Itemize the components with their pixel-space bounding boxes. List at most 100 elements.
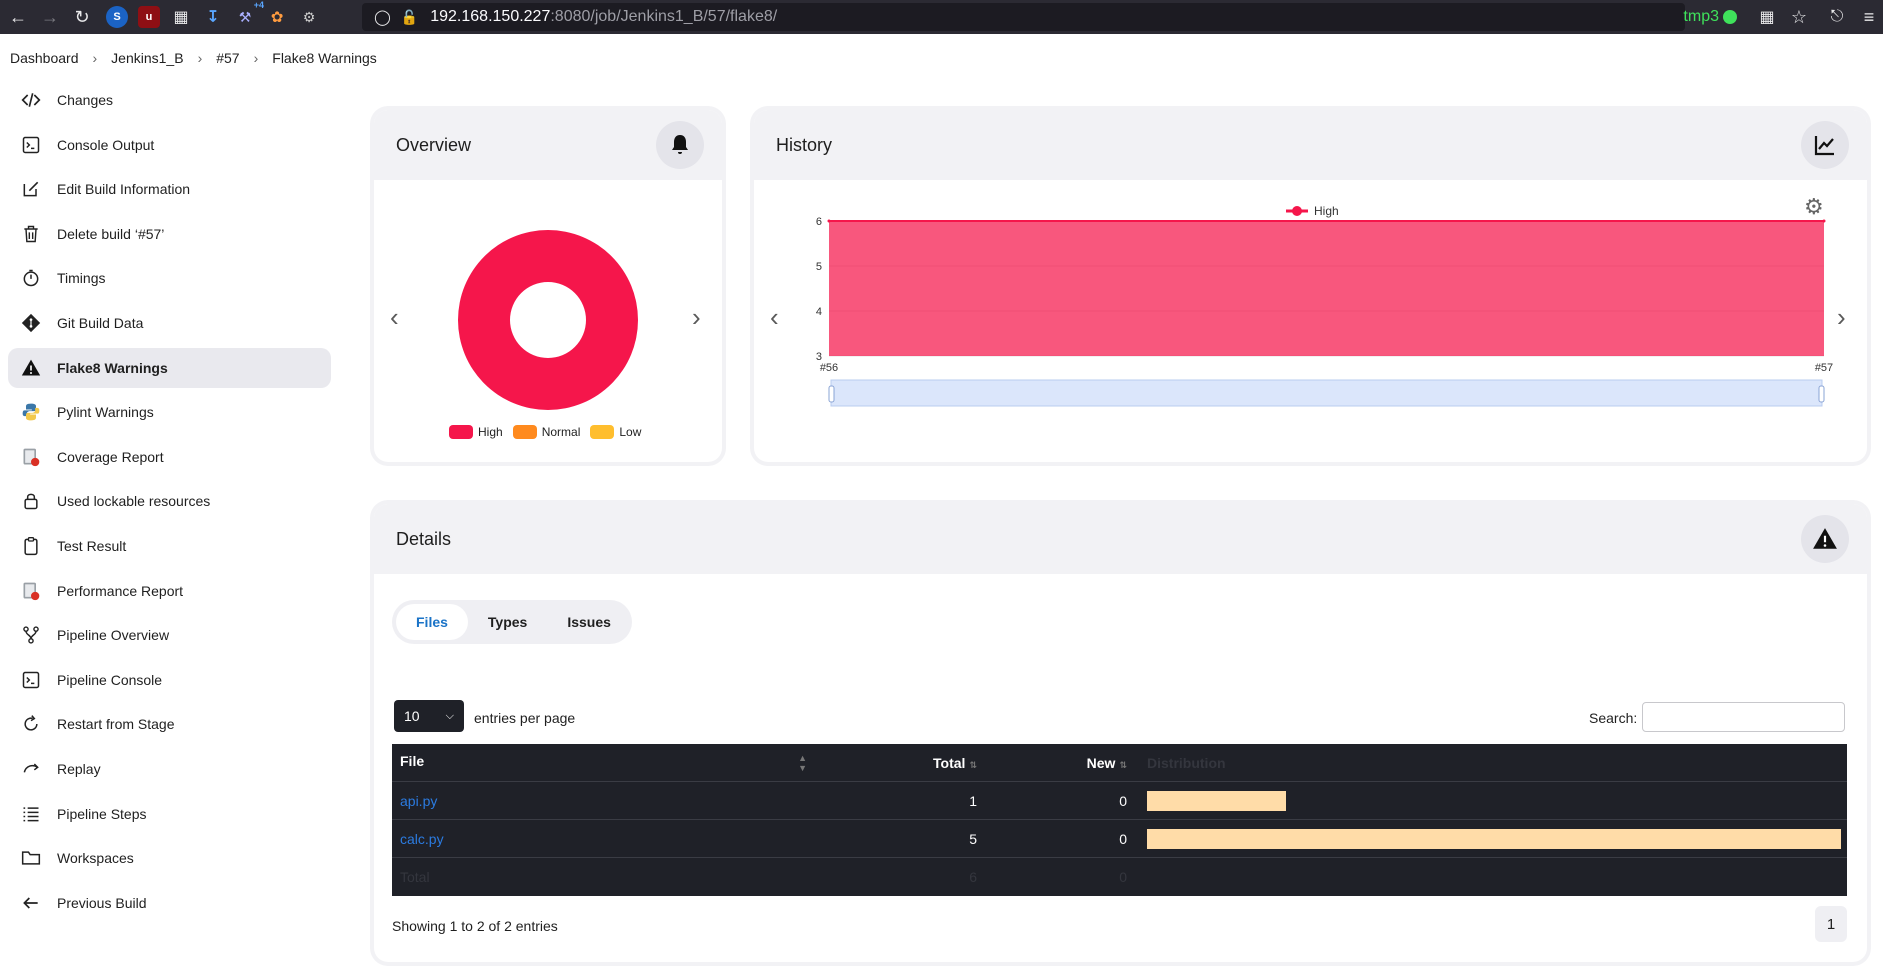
sidebar-item-label: Used lockable resources <box>57 493 211 510</box>
range-handle-right[interactable] <box>1818 385 1825 403</box>
sidebar-item-label: Replay <box>57 760 101 777</box>
sidebar-item-label: Previous Build <box>57 894 147 911</box>
legend-item-high[interactable]: High <box>449 425 503 439</box>
history-area-chart: High3456#56 #57 <box>816 204 1833 407</box>
file-link[interactable]: api.py <box>400 793 437 809</box>
range-handle-left[interactable] <box>828 385 835 403</box>
sidebar-item-replay[interactable]: Replay <box>8 749 331 789</box>
breadcrumb-dashboard[interactable]: Dashboard <box>10 50 79 66</box>
entries-per-page-select[interactable]: 10 ⌵ <box>394 700 464 732</box>
row-new: 0 <box>1119 830 1127 847</box>
history-card: History ‹ › High 3 4 5 6 #56 #57 ⚙ <box>754 110 1867 462</box>
puzzle-icon[interactable]: ⚙ <box>298 6 320 28</box>
overview-bell-button[interactable] <box>656 121 704 169</box>
history-trend-button[interactable] <box>1801 121 1849 169</box>
edit-icon <box>20 178 42 200</box>
trash-icon <box>20 223 42 245</box>
row-total: 5 <box>969 830 977 847</box>
sidebar-item-used-lockable-resources[interactable]: Used lockable resources <box>8 481 331 521</box>
sidebar-item-edit-build-information[interactable]: Edit Build Information <box>8 169 331 209</box>
forward-icon[interactable]: → <box>36 3 64 31</box>
chevron-right-icon: › <box>92 50 98 66</box>
row-total: 1 <box>969 792 977 809</box>
sidebar-item-label: Pipeline Console <box>57 671 163 688</box>
reload-icon[interactable]: ↻ <box>68 3 96 31</box>
warning-icon <box>1813 528 1837 549</box>
sidebar-item-console-output[interactable]: Console Output <box>8 125 331 165</box>
tab-issues[interactable]: Issues <box>547 604 631 640</box>
sidebar-item-flake8-warnings[interactable]: Flake8 Warnings <box>8 347 331 388</box>
sidebar-item-workspaces[interactable]: Workspaces <box>8 838 331 878</box>
file-link[interactable]: calc.py <box>400 831 444 847</box>
chart-settings-icon[interactable]: ⚙ <box>1804 194 1824 220</box>
palette-icon[interactable]: ✿ <box>266 6 288 28</box>
tab-types[interactable]: Types <box>468 604 547 640</box>
container-label[interactable]: tmp3 <box>1683 8 1719 26</box>
pagination-page-button[interactable]: 1 <box>1815 906 1847 942</box>
tab-files[interactable]: Files <box>396 604 468 640</box>
legend-swatch-normal <box>512 425 537 439</box>
sidebar: Changes Console Output Edit Build Inform… <box>8 80 331 927</box>
bell-icon <box>672 135 688 154</box>
chevron-right-icon: › <box>197 50 203 66</box>
breadcrumb-job[interactable]: Jenkins1_B <box>111 50 183 66</box>
area-series-high[interactable] <box>829 221 1824 356</box>
sidebar-item-label: Pipeline Overview <box>57 627 170 644</box>
sidebar-item-timings[interactable]: Timings <box>8 258 331 298</box>
column-header-total[interactable]: Total ⇅ <box>817 755 987 771</box>
table-info: Showing 1 to 2 of 2 entries <box>392 918 558 934</box>
legend-item-low[interactable]: Low <box>590 425 641 439</box>
sidebar-item-label: Workspaces <box>57 850 134 867</box>
overview-title: Overview <box>396 134 472 155</box>
container-dot-icon <box>1723 10 1737 24</box>
table-header-row: File ▲ ▼ Total ⇅ New ⇅ Distribution <box>392 744 1847 782</box>
qr-icon[interactable]: ▦ <box>1753 3 1781 31</box>
shield-icon: ◯ <box>374 9 391 26</box>
legend-swatch-low <box>590 425 615 439</box>
sidebar-item-performance-report[interactable]: Performance Report <box>8 571 331 611</box>
legend-item-normal[interactable]: Normal <box>512 425 580 439</box>
menu-icon[interactable]: ≡ <box>1855 3 1883 31</box>
sidebar-item-changes[interactable]: Changes <box>8 80 331 120</box>
column-header-new[interactable]: New ⇅ <box>987 755 1137 771</box>
extension-s-icon[interactable]: S <box>106 6 128 28</box>
sidebar-item-pipeline-steps[interactable]: Pipeline Steps <box>8 794 331 834</box>
sidebar-item-restart-from-stage[interactable]: Restart from Stage <box>8 704 331 744</box>
address-bar[interactable]: ◯ 🔓 192.168.150.227:8080/job/Jenkins1_B/… <box>362 3 1685 31</box>
history-legend[interactable]: High <box>1286 204 1339 218</box>
sidebar-item-test-result[interactable]: Test Result <box>8 526 331 566</box>
tools-icon[interactable]: ⚒ +4 <box>234 0 264 28</box>
range-slider[interactable] <box>830 379 1823 407</box>
legend-label-low: Low <box>619 425 642 439</box>
breadcrumb-current[interactable]: Flake8 Warnings <box>272 50 377 66</box>
extension-badge: +4 <box>253 0 264 10</box>
sidebar-item-pipeline-console[interactable]: Pipeline Console <box>8 660 331 700</box>
download-icon[interactable]: ↧ <box>202 6 224 28</box>
sidebar-item-previous-build[interactable]: Previous Build <box>8 883 331 923</box>
sort-icon: ⇅ <box>1119 759 1127 770</box>
pie-slice-high[interactable] <box>458 230 638 410</box>
sidebar-item-label: Pipeline Steps <box>57 805 147 822</box>
sidebar-item-delete-build[interactable]: Delete build ‘#57’ <box>8 214 331 254</box>
sidebar-item-coverage-report[interactable]: Coverage Report <box>8 437 331 477</box>
back-icon[interactable]: ← <box>4 3 32 31</box>
chevron-down-icon: ⌵ <box>445 709 454 722</box>
column-header-file[interactable]: File ▲ ▼ <box>392 753 817 773</box>
sort-icon: ▲ ▼ <box>798 752 807 773</box>
warning-icon <box>20 357 42 379</box>
extensions-grid-icon[interactable]: ▦ <box>170 6 192 28</box>
bookmark-star-icon[interactable]: ☆ <box>1785 3 1813 31</box>
data-point[interactable] <box>827 219 831 223</box>
breadcrumb-build[interactable]: #57 <box>216 50 239 66</box>
footer-new-value: 0 <box>1119 869 1127 885</box>
sidebar-item-pylint-warnings[interactable]: Pylint Warnings <box>8 392 331 432</box>
sidebar-item-git-build-data[interactable]: Git Build Data <box>8 303 331 343</box>
search-input[interactable] <box>1642 702 1845 732</box>
sidebar-item-pipeline-overview[interactable]: Pipeline Overview <box>8 615 331 655</box>
extensions-icon[interactable]: ⎋ <box>1823 3 1851 31</box>
url-host: 192.168.150.227 <box>430 8 551 25</box>
details-warning-button[interactable] <box>1801 515 1849 563</box>
distribution-bar <box>1147 790 1286 811</box>
overview-legend: High Normal Low <box>449 425 641 439</box>
ublock-icon[interactable]: u <box>138 6 160 28</box>
